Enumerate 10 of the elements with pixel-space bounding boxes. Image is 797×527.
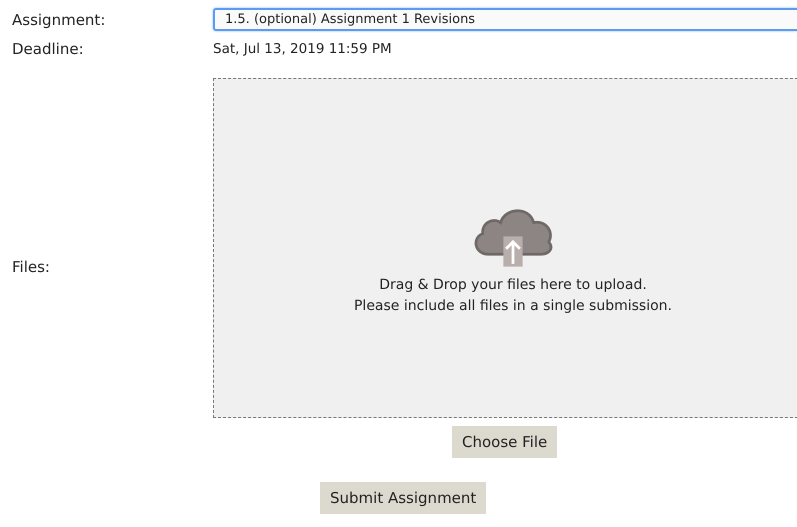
assignment-select[interactable]: 1.5. (optional) Assignment 1 Revisions (213, 8, 797, 31)
deadline-text: Sat, Jul 13, 2019 11:59 PM (213, 41, 392, 57)
field-label: Assignment: (11, 10, 106, 28)
drop-zone[interactable]: Drag & Drop your files here to upload. Please include all files in a single submission. (213, 78, 797, 418)
submit-assignment-button[interactable]: Submit Assignment (320, 482, 486, 514)
dropzone-text: Please include all files in a single submission. (354, 297, 672, 316)
dropzone-text: Drag & Drop your files here to upload. (379, 276, 647, 295)
field-label: Files: (11, 258, 51, 276)
field-label: Deadline: (11, 40, 85, 58)
choose-file-button[interactable]: Choose File (452, 426, 558, 458)
